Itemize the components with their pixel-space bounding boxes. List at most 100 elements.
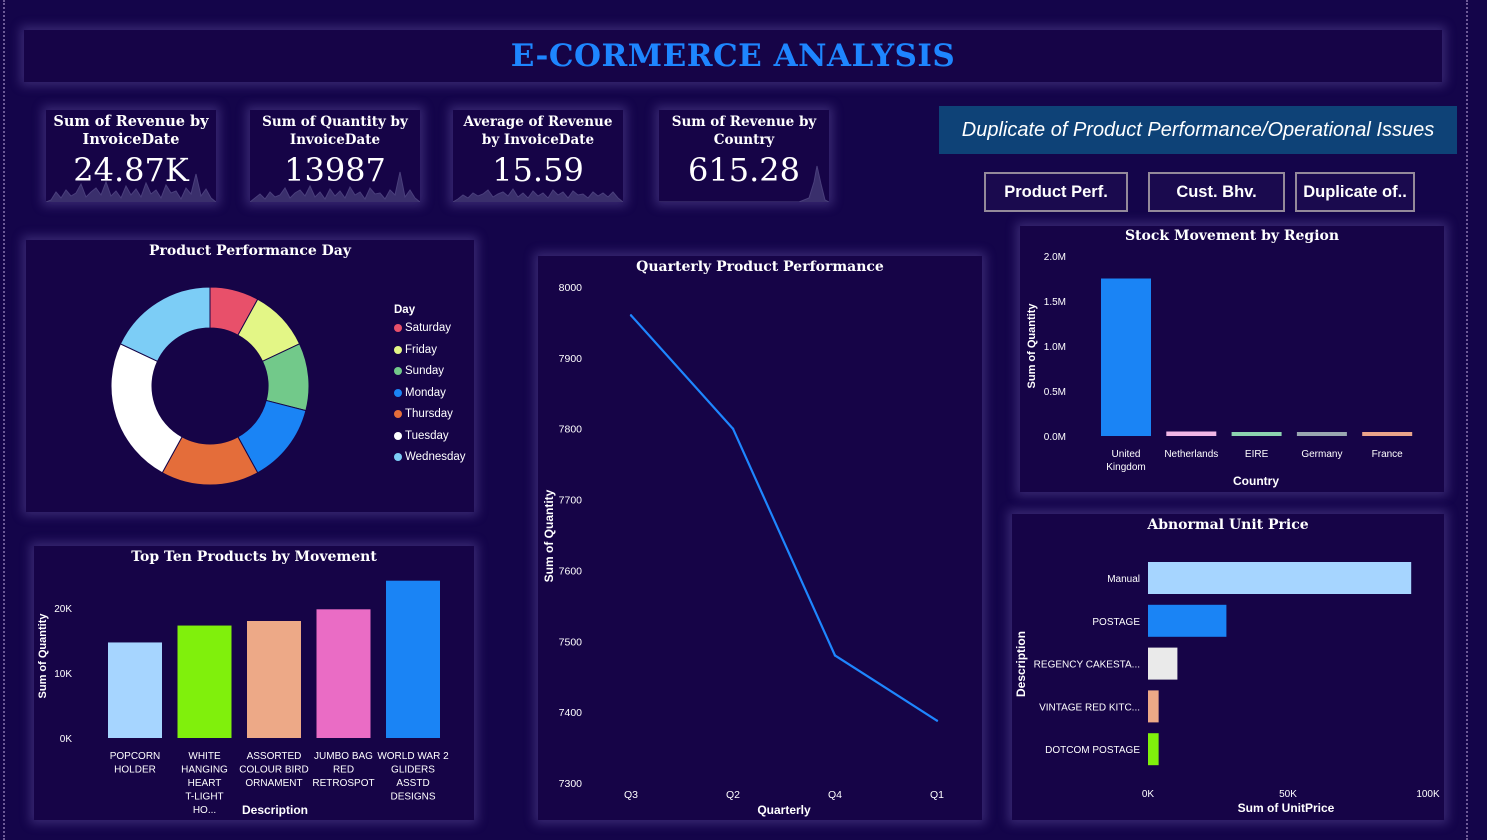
legend-dot bbox=[394, 367, 402, 375]
y-tick-label: 7500 bbox=[559, 636, 583, 648]
legend-item[interactable]: Tuesday bbox=[394, 430, 449, 442]
legend-label: Sunday bbox=[405, 365, 445, 377]
line-point bbox=[629, 314, 633, 317]
kpi-value: 13987 bbox=[284, 151, 386, 189]
legend-item[interactable]: Thursday bbox=[394, 408, 453, 420]
kpi-card-quantity-invoicedate[interactable]: Sum of Quantity by InvoiceDate 13987 bbox=[250, 110, 420, 202]
left-border-line bbox=[3, 0, 5, 840]
duplicate-button[interactable]: Duplicate of.. bbox=[1295, 172, 1415, 212]
x-tick-label: Q2 bbox=[726, 789, 740, 801]
abnormal-price-panel: Abnormal Unit Price 0K 50K 100K Manual POSTA… bbox=[1012, 514, 1444, 820]
donut-chart-panel: Product Performance Day Day Saturday Frid… bbox=[26, 240, 474, 512]
x-axis-title: Quarterly bbox=[757, 803, 811, 817]
y-tick-label: 1.0M bbox=[1044, 342, 1066, 353]
y-tick-label: 7700 bbox=[559, 495, 583, 507]
kpi-card-revenue-invoicedate[interactable]: Sum of Revenue by InvoiceDate 24.87K bbox=[46, 110, 216, 202]
x-tick-label: Q4 bbox=[828, 789, 842, 801]
x-tick-label: United Kingdom bbox=[1106, 449, 1145, 473]
kpi-value: 615.28 bbox=[688, 151, 800, 189]
legend-item[interactable]: Friday bbox=[394, 344, 437, 356]
page-title: E-CORMERCE ANALYSIS bbox=[510, 38, 956, 74]
series-line bbox=[630, 314, 938, 722]
y-tick-label: 0K bbox=[60, 734, 73, 745]
quarterly-chart-panel: Quarterly Product Performance 7300 7400 75… bbox=[538, 256, 982, 820]
y-tick-label: 7800 bbox=[559, 424, 583, 436]
kpi-label: Sum of Revenue by InvoiceDate bbox=[53, 113, 209, 148]
x-tick-label: WORLD WAR 2 GLIDERS ASSTD DESIGNS bbox=[377, 751, 449, 803]
kpi-value: 15.59 bbox=[492, 151, 584, 189]
bar-product-4 bbox=[316, 609, 371, 738]
y-axis-title: Sum of Quantity bbox=[1026, 303, 1038, 389]
region-bar-chart: 0.0M 0.5M 1.0M 1.5M 2.0M United Kingdom Netherl… bbox=[1026, 252, 1413, 488]
legend-dot bbox=[394, 324, 402, 332]
kpi-label: Average of Revenue by InvoiceDate bbox=[463, 114, 613, 148]
bar-product-1 bbox=[108, 642, 162, 738]
bar-item-5 bbox=[1148, 733, 1159, 766]
legend-label: Thursday bbox=[405, 408, 453, 420]
y-tick-label: DOTCOM POSTAGE bbox=[1045, 745, 1140, 756]
y-tick-label: Manual bbox=[1107, 574, 1140, 585]
y-tick-label: 2.0M bbox=[1044, 252, 1066, 263]
line-point bbox=[833, 654, 837, 657]
legend-label: Wednesday bbox=[405, 451, 466, 463]
legend-dot bbox=[394, 410, 402, 418]
y-axis-title: Description bbox=[1014, 631, 1028, 697]
bar-item-3 bbox=[1148, 647, 1178, 680]
line-point bbox=[731, 427, 735, 430]
page-banner: Duplicate of Product Performance/Operati… bbox=[939, 106, 1457, 154]
y-tick-label: 10K bbox=[54, 669, 72, 680]
y-axis-title: Sum of Quantity bbox=[37, 613, 49, 699]
y-tick-label: 7600 bbox=[559, 565, 583, 577]
legend-dot bbox=[394, 388, 402, 397]
bar-product-5 bbox=[386, 580, 440, 738]
bar-item-4 bbox=[1148, 690, 1159, 723]
bar-france bbox=[1362, 432, 1413, 436]
legend-title: Day bbox=[394, 304, 416, 316]
legend-item[interactable]: Monday bbox=[394, 387, 446, 399]
legend-label: Saturday bbox=[405, 322, 452, 334]
y-axis-title: Sum of Quantity bbox=[542, 489, 556, 582]
y-tick-label: 20K bbox=[54, 604, 72, 615]
legend-dot bbox=[394, 345, 402, 354]
y-tick-label: 0.5M bbox=[1044, 387, 1066, 398]
legend-item[interactable]: Sunday bbox=[394, 365, 444, 377]
kpi-label: Sum of Revenue by Country bbox=[671, 114, 817, 148]
y-tick-label: REGENCY CAKESTA... bbox=[1034, 660, 1140, 671]
bar-united-kingdom bbox=[1101, 278, 1151, 436]
bar-germany bbox=[1296, 432, 1347, 436]
x-tick-label: 100K bbox=[1416, 789, 1440, 800]
y-tick-label: 1.5M bbox=[1044, 297, 1066, 308]
legend-label: Monday bbox=[405, 386, 446, 399]
x-axis-title: Description bbox=[242, 803, 308, 817]
x-tick-label: France bbox=[1372, 449, 1404, 460]
x-tick-label: Germany bbox=[1301, 449, 1342, 460]
legend-label: Tuesday bbox=[405, 429, 449, 442]
region-chart-panel: Stock Movement by Region 0.0M 0.5M 1.0M 1.5… bbox=[1020, 226, 1444, 492]
line-point bbox=[935, 719, 939, 722]
bar-item-1 bbox=[1148, 562, 1412, 594]
bar-netherlands bbox=[1166, 431, 1217, 436]
legend-item[interactable]: Saturday bbox=[394, 322, 451, 334]
x-axis-title: Country bbox=[1233, 474, 1279, 488]
y-tick-label: 7400 bbox=[559, 707, 583, 719]
bar-item-2 bbox=[1148, 604, 1227, 637]
legend-item[interactable]: Wednesday bbox=[394, 451, 466, 463]
y-tick-label: VINTAGE RED KITC... bbox=[1039, 702, 1140, 713]
top-ten-chart-panel: Top Ten Products by Movement 0K 10K 20K POP… bbox=[34, 546, 474, 820]
product-perf-button[interactable]: Product Perf. bbox=[984, 172, 1128, 212]
x-axis-title: Sum of UnitPrice bbox=[1238, 801, 1335, 815]
legend-dot bbox=[394, 431, 402, 440]
title-bar: E-CORMERCE ANALYSIS bbox=[24, 30, 1442, 82]
x-tick-label: Q1 bbox=[930, 789, 944, 801]
kpi-value: 24.87K bbox=[73, 151, 189, 189]
right-border-line bbox=[1466, 0, 1468, 840]
kpi-card-revenue-country[interactable]: Sum of Revenue by Country 615.28 bbox=[659, 110, 829, 202]
cust-bhv-button[interactable]: Cust. Bhv. bbox=[1148, 172, 1285, 212]
y-tick-label: 7300 bbox=[559, 778, 583, 790]
y-tick-label: 0.0M bbox=[1044, 432, 1066, 443]
legend-label: Friday bbox=[405, 343, 437, 356]
x-tick-label: ASSORTED COLOUR BIRD ORNAMENT bbox=[239, 751, 308, 789]
kpi-card-avg-revenue[interactable]: Average of Revenue by InvoiceDate 15.59 bbox=[453, 110, 623, 202]
top-ten-bar-chart: 0K 10K 20K POPCORN HOLDER WHITE HANGING HEART T-… bbox=[37, 580, 449, 817]
x-tick-label: 50K bbox=[1279, 789, 1297, 800]
